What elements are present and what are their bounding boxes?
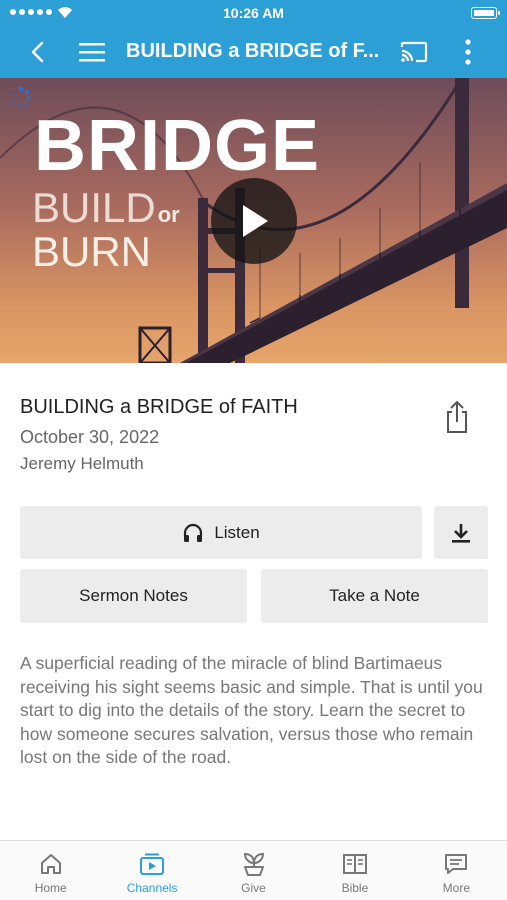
back-button[interactable] [20, 34, 56, 70]
artwork-or-text: or [157, 202, 180, 227]
cast-icon [400, 41, 428, 63]
play-icon [243, 205, 268, 237]
download-button[interactable] [434, 506, 488, 559]
artwork-title-burn: BURN [32, 228, 152, 275]
hamburger-menu-icon [79, 43, 105, 62]
give-icon [243, 852, 264, 876]
artwork-title-bridge: BRIDGE [34, 106, 321, 186]
sermon-notes-label: Sermon Notes [79, 586, 188, 605]
sermon-title: BUILDING a BRIDGE of FAITH [20, 396, 298, 418]
take-a-note-label: Take a Note [329, 586, 420, 605]
cast-button[interactable] [396, 34, 432, 70]
tab-more-label: More [442, 881, 470, 895]
listen-button[interactable]: Listen [20, 506, 422, 559]
page-title: BUILDING a BRIDGE of F... [126, 40, 380, 62]
home-icon [40, 854, 61, 874]
tab-channels[interactable]: Channels [101, 841, 202, 900]
status-bar: 10:26 AM [0, 0, 507, 26]
more-vertical-icon [465, 39, 471, 65]
status-time: 10:26 AM [223, 5, 284, 21]
tab-bible[interactable]: Bible [304, 841, 405, 900]
sermon-notes-button[interactable]: Sermon Notes [20, 569, 247, 623]
sermon-date: October 30, 2022 [20, 427, 160, 447]
app-toolbar: BUILDING a BRIDGE of F... [0, 26, 507, 78]
tab-home[interactable]: Home [0, 841, 101, 900]
share-icon [447, 400, 467, 433]
channels-icon [140, 853, 165, 875]
bible-icon [342, 854, 367, 874]
take-a-note-button[interactable]: Take a Note [261, 569, 488, 623]
tab-give-label: Give [241, 881, 266, 895]
sermon-description: A superficial reading of the miracle of … [20, 653, 483, 767]
tab-home-label: Home [34, 881, 67, 895]
chevron-left-icon [31, 41, 44, 63]
tab-channels-label: Channels [126, 881, 178, 895]
more-icon [445, 854, 468, 874]
battery-icon [471, 7, 500, 19]
tab-more[interactable]: More [406, 841, 507, 900]
loading-spinner-icon [11, 86, 31, 107]
download-icon [452, 523, 470, 543]
menu-button[interactable] [74, 34, 110, 70]
artwork-build-text: BUILD [32, 184, 156, 231]
play-button[interactable] [211, 178, 297, 264]
headphones-icon [184, 523, 203, 542]
more-options-button[interactable] [450, 34, 486, 70]
tab-bible-label: Bible [341, 881, 369, 895]
listen-label: Listen [214, 522, 260, 542]
tab-give[interactable]: Give [203, 841, 304, 900]
bottom-tab-bar: Home Channels Give Bible More [0, 840, 507, 900]
sermon-artwork[interactable]: BRIDGE BUILDor BURN [0, 78, 507, 363]
share-button[interactable] [440, 398, 474, 436]
sermon-speaker: Jeremy Helmuth [20, 454, 144, 473]
